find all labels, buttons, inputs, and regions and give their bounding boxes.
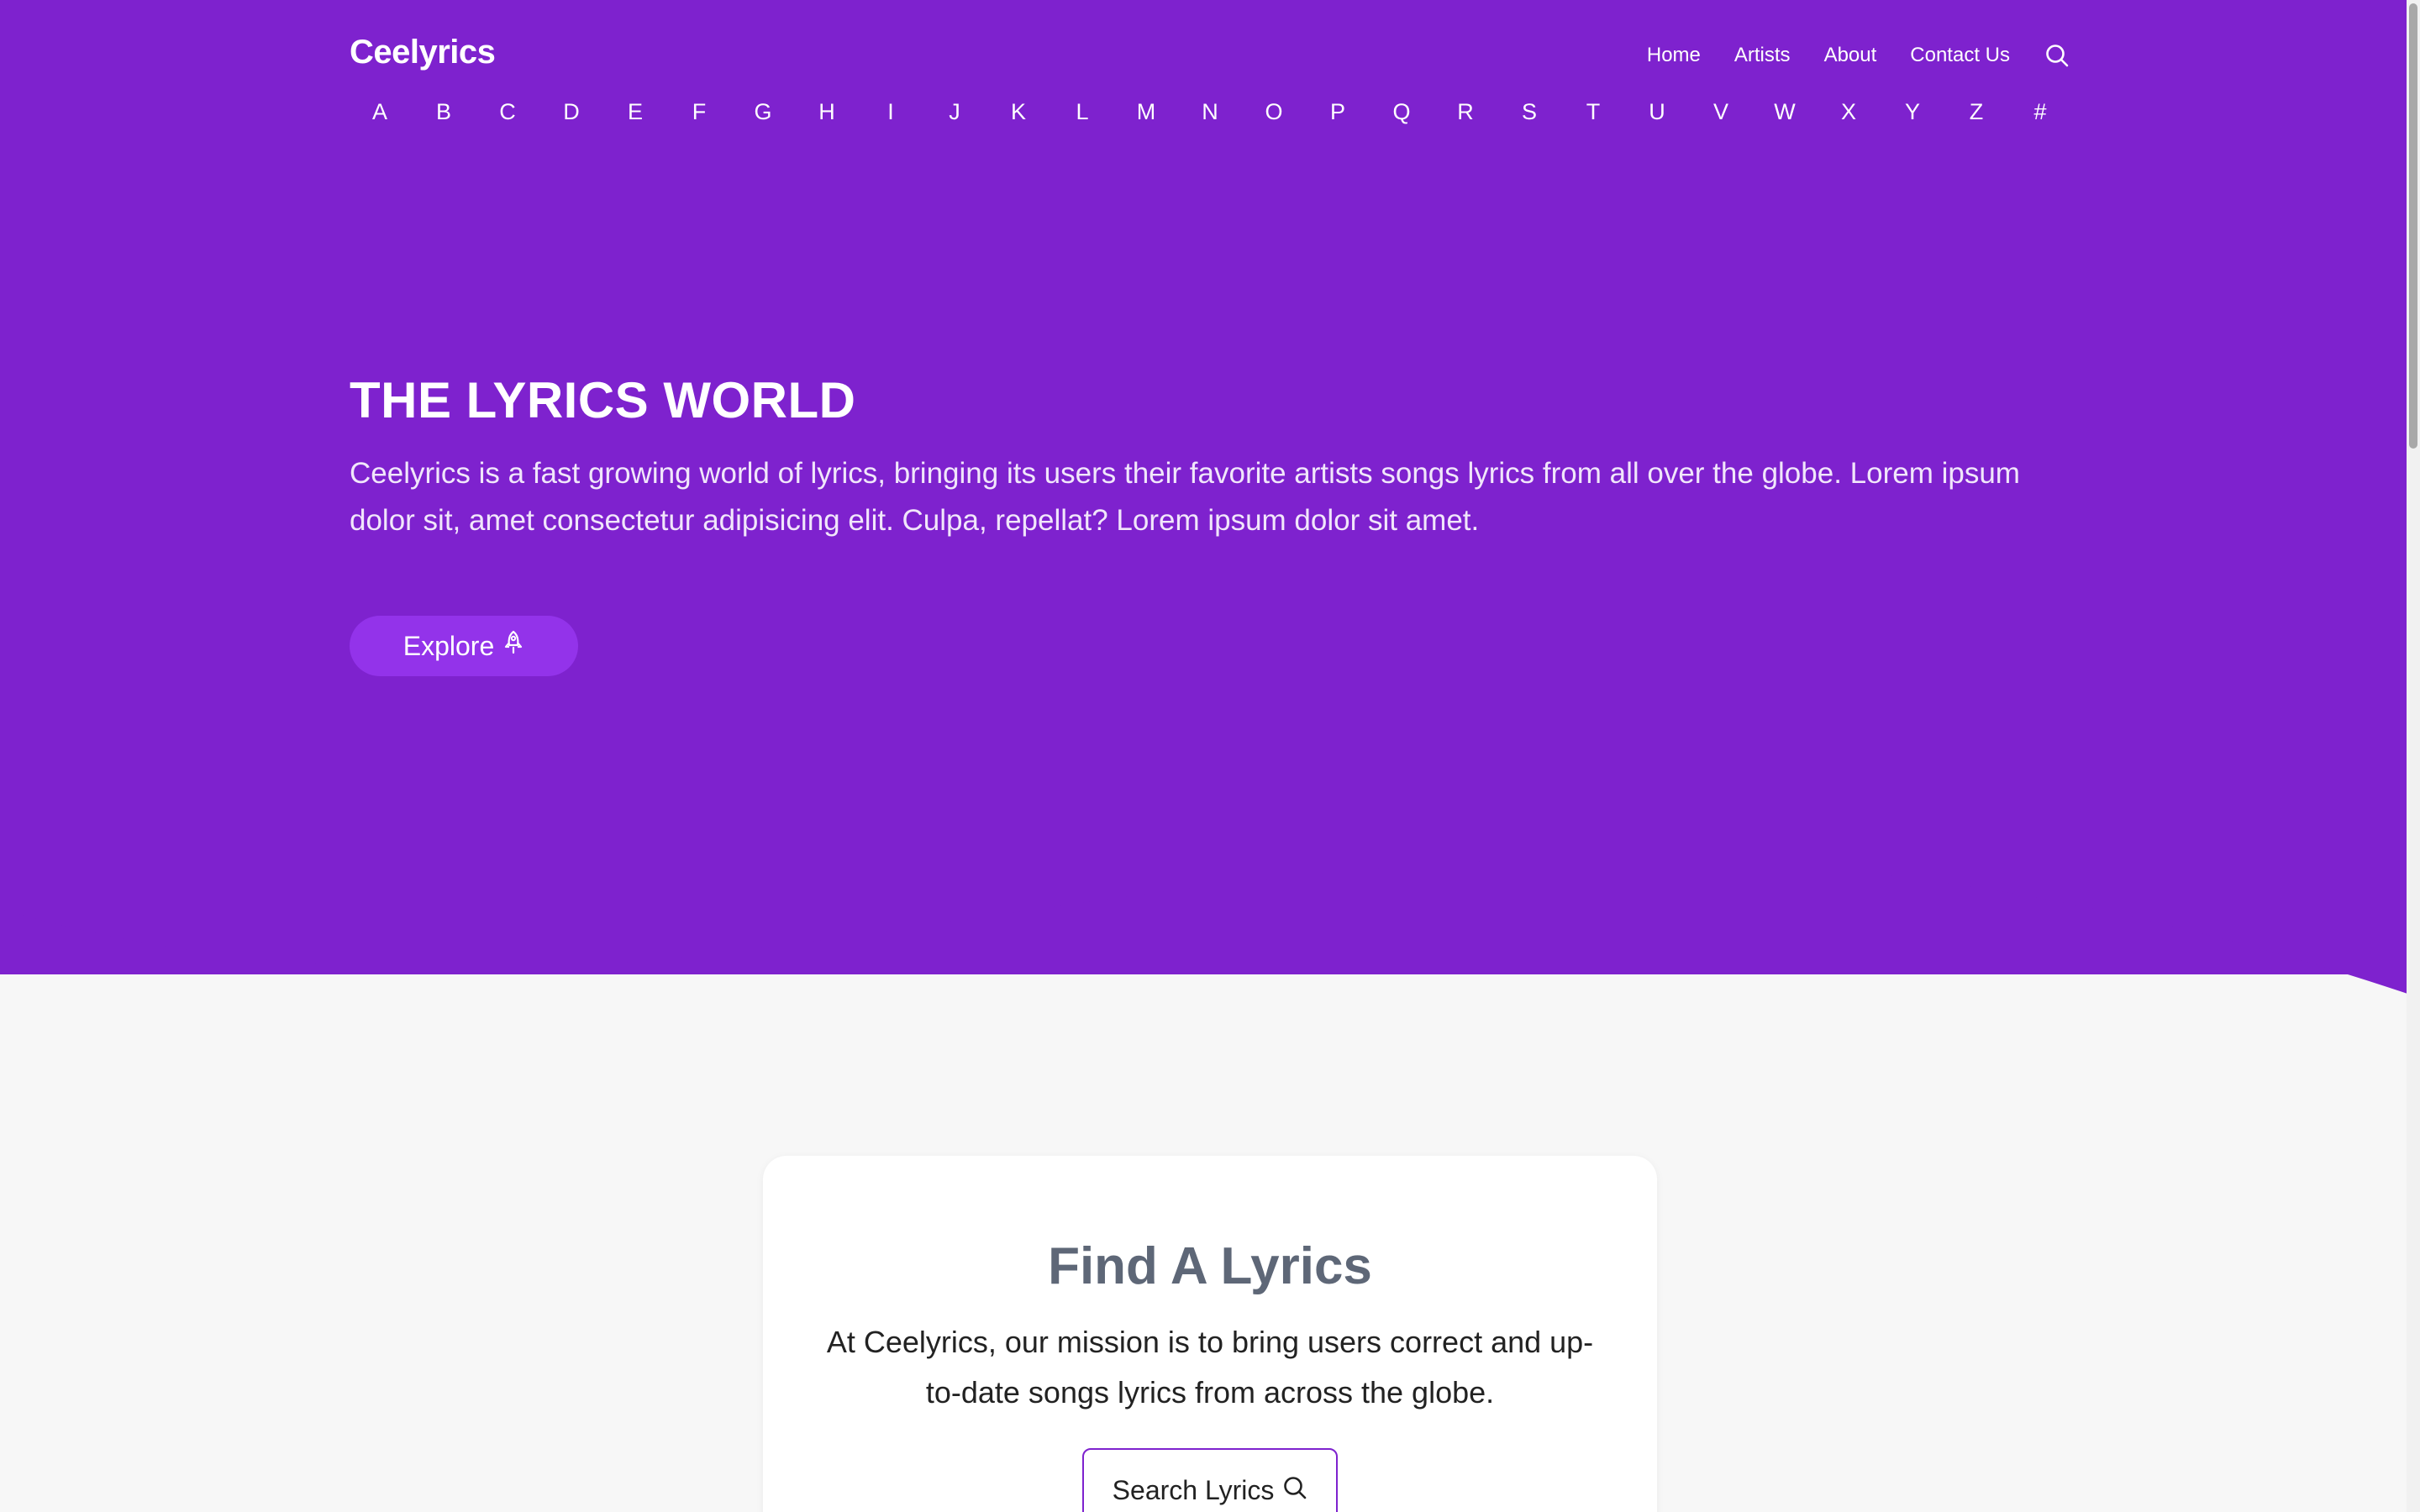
site-logo[interactable]: Ceelyrics (350, 34, 496, 71)
alpha-letter-a[interactable]: A (363, 99, 397, 125)
hero-description: Ceelyrics is a fast growing world of lyr… (350, 457, 2020, 537)
nav-link-artists[interactable]: Artists (1734, 44, 1791, 67)
alpha-letter-k[interactable]: K (1002, 99, 1035, 125)
search-icon[interactable] (2044, 42, 2070, 69)
search-lyrics-label: Search Lyrics (1112, 1475, 1275, 1505)
alpha-letter-d[interactable]: D (555, 99, 588, 125)
alpha-letter-b[interactable]: B (427, 99, 460, 125)
hero-title: THE LYRICS WORLD (350, 372, 856, 428)
alpha-letter-h[interactable]: H (810, 99, 844, 125)
alpha-letter-i[interactable]: I (874, 99, 908, 125)
page-scrollbar[interactable] (2407, 0, 2420, 1512)
alpha-letter-p[interactable]: P (1321, 99, 1355, 125)
alpha-letter-c[interactable]: C (491, 99, 524, 125)
find-lyrics-card: Find A Lyrics At Ceelyrics, our mission … (763, 1156, 1657, 1512)
find-lyrics-description: At Ceelyrics, our mission is to bring us… (826, 1325, 1594, 1410)
alpha-letter-t[interactable]: T (1576, 99, 1610, 125)
explore-button-label: Explore (402, 630, 495, 661)
scrollbar-thumb[interactable] (2409, 3, 2417, 449)
alpha-letter-v[interactable]: V (1704, 99, 1738, 125)
alpha-letter-x[interactable]: X (1832, 99, 1865, 125)
nav-link-contact[interactable]: Contact Us (1910, 44, 2010, 67)
alpha-letter-z[interactable]: Z (1960, 99, 1993, 125)
alpha-letter-e[interactable]: E (618, 99, 652, 125)
alpha-letter-g[interactable]: G (746, 99, 780, 125)
search-lyrics-button[interactable]: Search Lyrics (1082, 1448, 1338, 1512)
alpha-letter-j[interactable]: J (938, 99, 971, 125)
main-nav: Home Artists About Contact Us (1647, 42, 2070, 69)
alpha-letter-q[interactable]: Q (1385, 99, 1418, 125)
alpha-letter-n[interactable]: N (1193, 99, 1227, 125)
rocket-icon (502, 630, 524, 662)
search-icon (1282, 1475, 1307, 1507)
alpha-letter-f[interactable]: F (682, 99, 716, 125)
alpha-letter-o[interactable]: O (1257, 99, 1291, 125)
page: Ceelyrics Home Artists About Contact Us … (0, 0, 2420, 1512)
alphabet-index: A B C D E F G H I J K L M N O P Q R S T … (350, 99, 2070, 125)
alpha-letter-hash[interactable]: # (2023, 99, 2057, 125)
alpha-letter-u[interactable]: U (1640, 99, 1674, 125)
find-lyrics-title: Find A Lyrics (1048, 1237, 1372, 1295)
alpha-letter-r[interactable]: R (1449, 99, 1482, 125)
alpha-letter-l[interactable]: L (1065, 99, 1099, 125)
nav-link-home[interactable]: Home (1647, 44, 1701, 67)
explore-button[interactable]: Explore (350, 616, 578, 676)
alpha-letter-y[interactable]: Y (1896, 99, 1929, 125)
alpha-letter-s[interactable]: S (1512, 99, 1546, 125)
nav-link-about[interactable]: About (1824, 44, 1877, 67)
alpha-letter-m[interactable]: M (1129, 99, 1163, 125)
alpha-letter-w[interactable]: W (1768, 99, 1802, 125)
hero-wave-divider (0, 806, 2420, 998)
